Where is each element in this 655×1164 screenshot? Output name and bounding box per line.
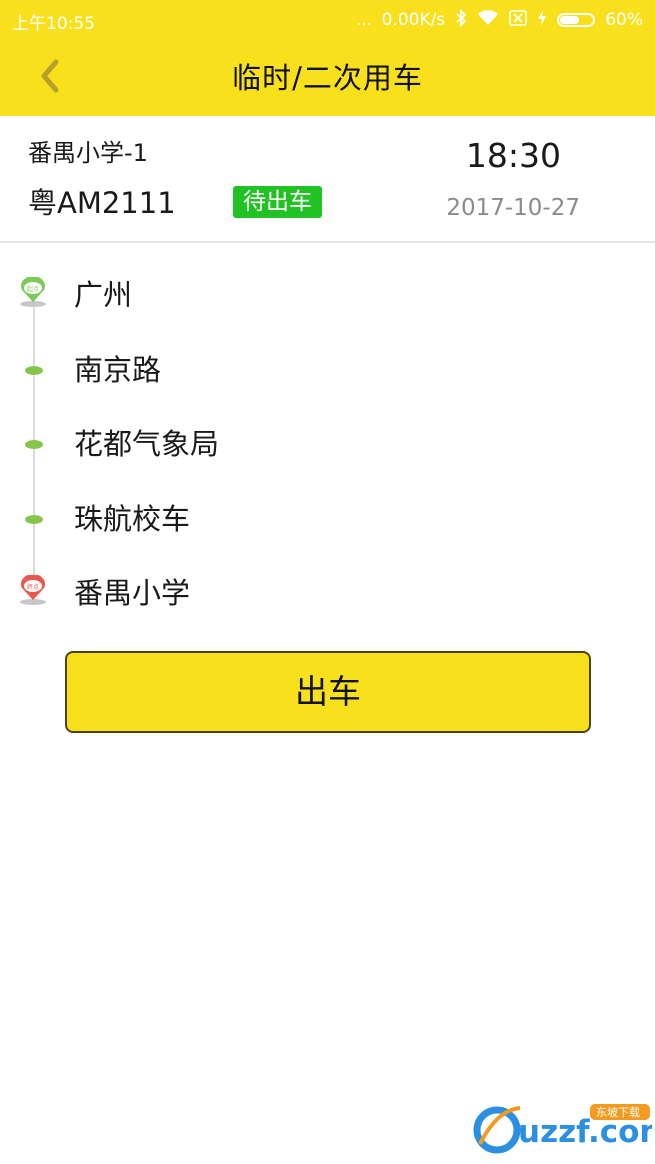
depart-button[interactable]: 出车 — [65, 651, 591, 733]
via-dot-icon — [25, 440, 43, 449]
start-pin-label: 起点 — [27, 285, 39, 293]
end-pin-icon: 终点 — [20, 575, 46, 605]
bluetooth-icon — [455, 8, 467, 31]
stop-name: 珠航校车 — [74, 502, 191, 536]
signal-dots: ... — [356, 10, 372, 29]
via-dot-icon — [25, 515, 43, 524]
stop-via: 花都气象局 — [0, 422, 655, 482]
start-pin-icon: 起点 — [20, 277, 46, 307]
sim-off-icon — [509, 10, 528, 30]
stop-via: 南京路 — [0, 348, 655, 408]
status-badge: 待出车 — [233, 186, 322, 218]
via-dot-icon — [25, 366, 43, 375]
watermark-logo: uzzf.com 东坡下载 — [473, 1104, 652, 1154]
status-bar: 上午10:55 ... 0.00K/s 60% — [0, 0, 655, 38]
wifi-icon — [477, 10, 499, 30]
network-speed: 0.00K/s — [381, 10, 446, 30]
license-plate: 粤AM2111 — [28, 186, 176, 220]
status-right: ... 0.00K/s 60% — [356, 8, 643, 31]
stop-end: 终点 番禺小学 — [0, 571, 655, 631]
end-pin-label: 终点 — [27, 583, 39, 591]
departure-time: 18:30 — [465, 136, 561, 175]
departure-date: 2017-10-27 — [446, 195, 580, 221]
stop-via: 珠航校车 — [0, 497, 655, 557]
route-name: 番禺小学-1 — [28, 139, 148, 167]
stop-name: 花都气象局 — [74, 427, 220, 461]
status-time: 上午10:55 — [12, 14, 95, 34]
battery-icon — [557, 13, 596, 27]
watermark-sub: 东坡下载 — [596, 1106, 640, 1119]
stop-name: 南京路 — [74, 353, 162, 387]
page-title: 临时/二次用车 — [232, 61, 423, 95]
stop-start: 起点 广州 — [0, 273, 655, 333]
battery-percent: 60% — [605, 10, 643, 30]
trip-info-card: 番禺小学-1 粤AM2111 待出车 18:30 2017-10-27 — [0, 116, 655, 243]
charging-icon — [537, 10, 547, 30]
header: 上午10:55 ... 0.00K/s 60% 临时/二次用车 — [0, 0, 655, 116]
stop-name: 广州 — [74, 278, 133, 312]
stop-name: 番禺小学 — [74, 576, 191, 610]
battery-fill — [560, 16, 580, 24]
